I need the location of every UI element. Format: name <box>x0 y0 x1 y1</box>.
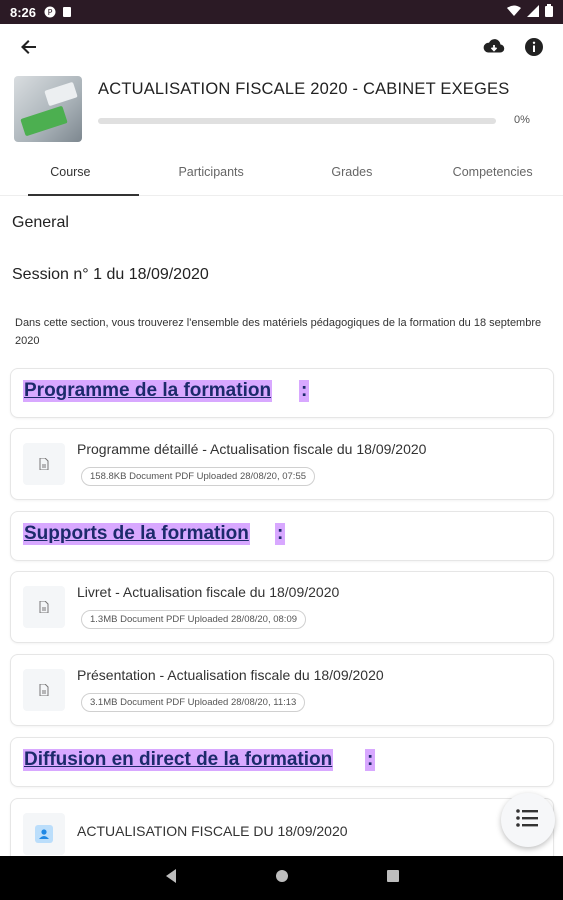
live-session-icon <box>23 813 65 855</box>
label-programme-text: Programme de la formation <box>23 380 273 402</box>
resource-name: ACTUALISATION FISCALE DU 18/09/2020 <box>77 823 348 839</box>
label-diffusion-text: Diffusion en direct de la formation <box>23 749 334 771</box>
wifi-icon <box>507 5 521 20</box>
pdf-file-icon <box>23 443 65 485</box>
course-header: ACTUALISATION FISCALE 2020 - CABINET EXE… <box>14 74 549 144</box>
battery-icon <box>545 4 553 20</box>
resource-meta: 3.1MB Document PDF Uploaded 28/08/20, 11… <box>81 693 306 712</box>
pdf-file-icon <box>23 586 65 628</box>
resource-meta: 1.3MB Document PDF Uploaded 28/08/20, 08… <box>81 610 307 629</box>
label-supports-colon: : <box>275 523 286 545</box>
status-time: 8:26 <box>10 4 37 20</box>
resource-name: Programme détaillé - Actualisation fisca… <box>77 441 427 457</box>
tab-grades[interactable]: Grades <box>282 152 423 195</box>
course-progress-label: 0% <box>514 114 530 126</box>
nav-back-icon[interactable] <box>164 868 178 889</box>
cloud-download-icon[interactable] <box>479 32 509 62</box>
label-diffusion: Diffusion en direct de la formation : <box>10 737 554 787</box>
cell-signal-icon <box>527 4 539 20</box>
arrow-back-icon[interactable] <box>14 32 44 62</box>
app-bar <box>0 24 563 70</box>
pdf-file-icon <box>23 669 65 711</box>
resource-presentation[interactable]: Présentation - Actualisation fiscale du … <box>10 654 554 726</box>
tab-participants[interactable]: Participants <box>141 152 282 195</box>
section-session-title[interactable]: Session n° 1 du 18/09/2020 <box>12 266 209 284</box>
list-menu-icon <box>516 808 540 833</box>
course-image <box>14 76 82 142</box>
label-supports: Supports de la formation : <box>10 511 554 561</box>
storage-icon <box>61 6 73 18</box>
resource-live-session[interactable]: ACTUALISATION FISCALE DU 18/09/2020 <box>10 798 554 856</box>
label-supports-text: Supports de la formation <box>23 523 250 545</box>
svg-text:P: P <box>48 8 53 17</box>
label-programme: Programme de la formation : <box>10 368 554 418</box>
course-content: General Session n° 1 du 18/09/2020 Dans … <box>0 196 563 856</box>
notification-icon: P <box>44 6 56 18</box>
resource-programme-detaille[interactable]: Programme détaillé - Actualisation fisca… <box>10 428 554 500</box>
course-index-button[interactable] <box>501 793 555 847</box>
resource-livret[interactable]: Livret - Actualisation fiscale du 18/09/… <box>10 571 554 643</box>
resource-name: Livret - Actualisation fiscale du 18/09/… <box>77 584 340 600</box>
label-diffusion-colon: : <box>365 749 376 771</box>
tab-competencies[interactable]: Competencies <box>422 152 563 195</box>
status-bar: 8:26 P <box>0 0 563 24</box>
section-summary: Dans cette section, vous trouverez l'ens… <box>15 317 542 347</box>
resource-meta: 158.8KB Document PDF Uploaded 28/08/20, … <box>81 467 316 486</box>
nav-home-icon[interactable] <box>274 868 290 889</box>
section-general[interactable]: General <box>12 214 69 232</box>
tab-course[interactable]: Course <box>0 152 141 196</box>
nav-recents-icon[interactable] <box>386 869 400 888</box>
system-nav-bar <box>0 856 563 900</box>
info-icon[interactable] <box>519 32 549 62</box>
resource-name: Présentation - Actualisation fiscale du … <box>77 667 384 683</box>
course-title: ACTUALISATION FISCALE 2020 - CABINET EXE… <box>98 80 510 98</box>
course-progress-bar <box>98 118 496 124</box>
course-tabs: Course Participants Grades Competencies <box>0 152 563 196</box>
label-programme-colon: : <box>299 380 310 402</box>
